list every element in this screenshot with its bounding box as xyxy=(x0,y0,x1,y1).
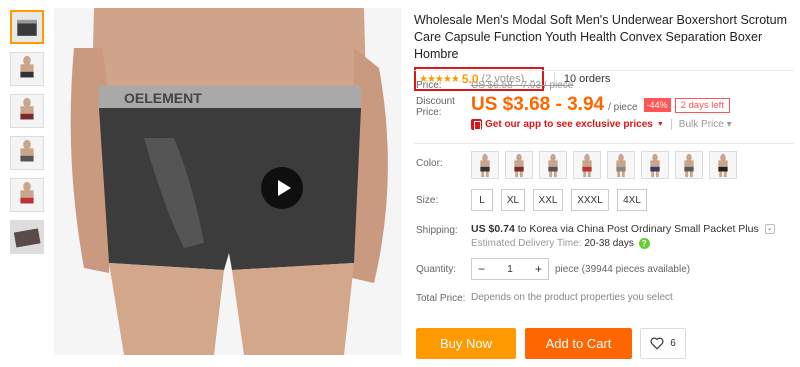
thumbnail-1[interactable] xyxy=(10,10,44,44)
quantity-row: − 1 + piece (39944 pieces available) xyxy=(471,258,690,280)
eta-days: 20-38 days xyxy=(584,238,634,250)
thumbnail-4[interactable] xyxy=(10,136,44,170)
thumbnail-strip xyxy=(10,10,46,262)
mobile-app-icon xyxy=(471,119,482,130)
buy-now-button[interactable]: Buy Now xyxy=(416,328,516,359)
color-thumbnail xyxy=(710,152,736,178)
color-thumbnail xyxy=(608,152,634,178)
size-option-4xl[interactable]: 4XL xyxy=(617,189,647,211)
original-price: US $6.58 - 7.03 / piece xyxy=(471,80,574,91)
caret-down-icon: ▼ xyxy=(656,121,664,128)
color-thumbnail xyxy=(574,152,600,178)
thumbnail-3[interactable] xyxy=(10,94,44,128)
add-to-cart-button[interactable]: Add to Cart xyxy=(525,328,632,359)
thumbnail-5[interactable] xyxy=(10,178,44,212)
color-thumbnail xyxy=(676,152,702,178)
decrement-button[interactable]: − xyxy=(478,262,485,276)
play-video-button[interactable] xyxy=(261,167,303,209)
discount-price-value: US $3.68 - 3.94 xyxy=(471,94,605,115)
color-option-4[interactable] xyxy=(573,151,601,179)
wishlist-count: 6 xyxy=(670,338,676,349)
size-options: L XL XXL XXXL 4XL xyxy=(471,189,655,211)
chevron-down-icon[interactable]: ⌄ xyxy=(764,224,775,235)
quantity-value[interactable]: 1 xyxy=(507,264,513,275)
delivery-estimate: Estimated Delivery Time: 20-38 days ? xyxy=(471,238,650,249)
shipping-label: Shipping: xyxy=(416,225,458,236)
color-options xyxy=(471,151,743,179)
color-option-2[interactable] xyxy=(505,151,533,179)
divider xyxy=(414,143,794,144)
divider xyxy=(414,70,794,71)
discount-price: US $3.68 - 3.94 / piece -44% 2 days left xyxy=(471,94,730,116)
shipping-method: to Korea via China Post Ordinary Small P… xyxy=(517,223,759,235)
color-option-5[interactable] xyxy=(607,151,635,179)
play-icon xyxy=(277,180,291,196)
color-option-1[interactable] xyxy=(471,151,499,179)
product-main-image[interactable]: OELEMENT xyxy=(54,8,401,355)
app-promo-row: Get our app to see exclusive prices ▼ Bu… xyxy=(471,119,732,130)
color-thumbnail xyxy=(642,152,668,178)
heart-icon xyxy=(650,337,664,350)
color-thumbnail xyxy=(540,152,566,178)
size-option-xl[interactable]: XL xyxy=(501,189,525,211)
discount-price-label: Discount Price: xyxy=(416,96,455,118)
discount-badge: -44% xyxy=(643,98,671,112)
product-title: Wholesale Men's Modal Soft Men's Underwe… xyxy=(414,13,787,61)
color-thumbnail xyxy=(506,152,532,178)
price-unit: / piece xyxy=(608,102,638,113)
color-option-8[interactable] xyxy=(709,151,737,179)
size-option-xxxl[interactable]: XXXL xyxy=(571,189,609,211)
color-thumbnail xyxy=(472,152,498,178)
shipping-info[interactable]: US $0.74 to Korea via China Post Ordinar… xyxy=(471,223,775,235)
app-promo-link[interactable]: Get our app to see exclusive prices xyxy=(485,119,653,130)
size-option-xxl[interactable]: XXL xyxy=(533,189,563,211)
days-left-badge: 2 days left xyxy=(674,98,730,113)
total-price-label: Total Price: xyxy=(416,293,466,304)
quantity-stepper: − 1 + xyxy=(471,258,549,280)
eta-label: Estimated Delivery Time: xyxy=(471,238,582,250)
size-label: Size: xyxy=(416,195,439,206)
divider xyxy=(670,119,672,130)
size-option-l[interactable]: L xyxy=(471,189,493,211)
color-option-6[interactable] xyxy=(641,151,669,179)
color-label: Color: xyxy=(416,158,443,169)
color-option-3[interactable] xyxy=(539,151,567,179)
increment-button[interactable]: + xyxy=(535,262,542,276)
color-option-7[interactable] xyxy=(675,151,703,179)
waistband-brand: OELEMENT xyxy=(124,90,202,106)
product-photo: OELEMENT xyxy=(54,8,401,355)
shipping-cost: US $0.74 xyxy=(471,223,515,235)
wishlist-button[interactable]: 6 xyxy=(640,328,686,359)
thumbnail-2[interactable] xyxy=(10,52,44,86)
bulk-price-link[interactable]: Bulk Price ▾ xyxy=(679,119,732,130)
stock-available: piece (39944 pieces available) xyxy=(555,263,691,275)
total-price-value: Depends on the product properties you se… xyxy=(471,292,673,303)
help-icon[interactable]: ? xyxy=(638,238,650,249)
price-label: Price: xyxy=(416,80,442,91)
thumbnail-6[interactable] xyxy=(10,220,44,254)
quantity-label: Quantity: xyxy=(416,264,457,275)
